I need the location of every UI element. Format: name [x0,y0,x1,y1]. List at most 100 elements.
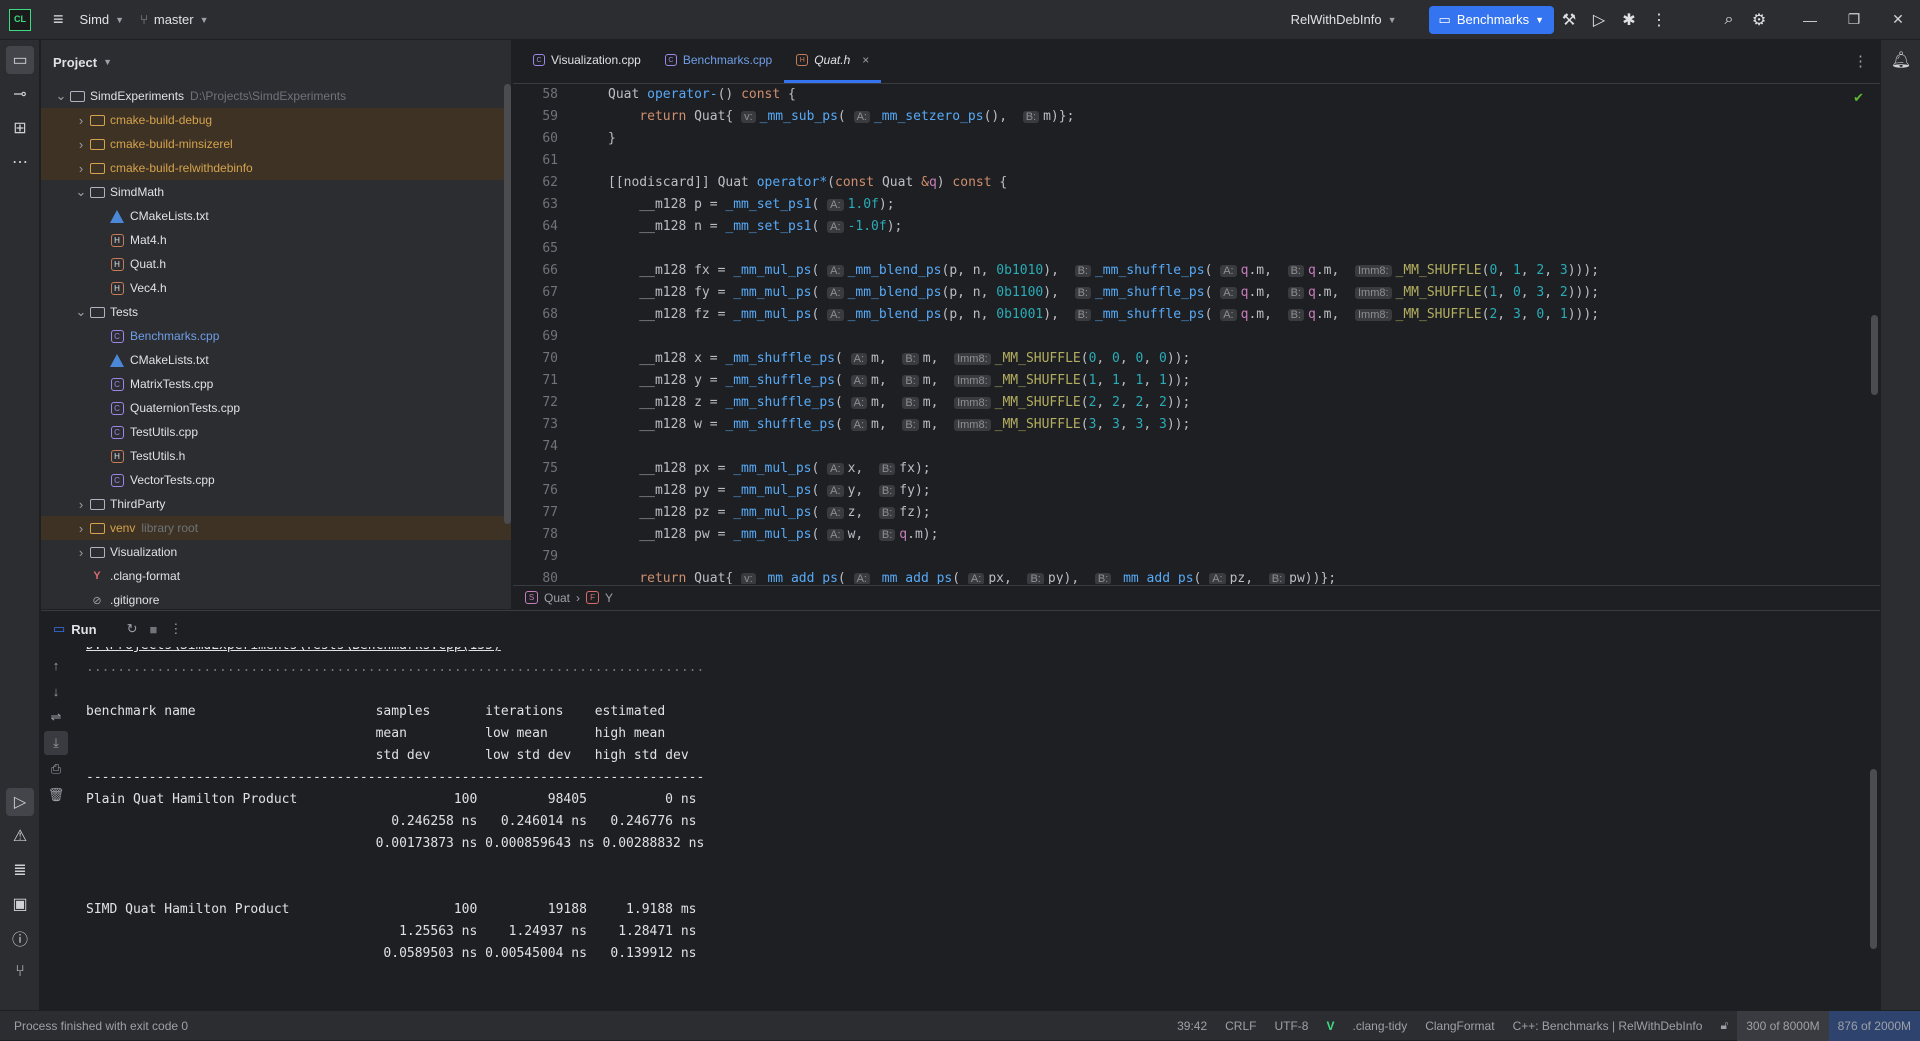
stop-icon[interactable]: ■ [149,622,157,637]
tree-item[interactable]: CMakeLists.txt [41,204,511,228]
settings-button[interactable]: ⚙ [1744,6,1774,34]
line-number[interactable]: 79 [513,546,558,568]
line-number[interactable]: 60 [513,128,558,150]
problems-list-button[interactable]: ⓘ [6,924,34,952]
app-logo[interactable]: CL [9,8,31,31]
tree-item[interactable]: ⌄ Tests [41,300,511,324]
soft-wrap-button[interactable]: ⇌ [44,705,68,729]
chevron-right-icon[interactable]: › [73,497,89,512]
build-button[interactable]: ⚒ [1554,6,1584,34]
problems-tool-button[interactable]: ⚠ [6,822,34,850]
tree-item[interactable]: C QuaternionTests.cpp [41,396,511,420]
formatter-status[interactable]: ClangFormat [1416,1019,1503,1033]
tree-item[interactable]: ⌄ SimdMath [41,180,511,204]
file-encoding[interactable]: UTF-8 [1265,1019,1317,1033]
lock-icon[interactable]: 🔓︎ [1711,1018,1737,1033]
tree-item[interactable]: C Benchmarks.cpp [41,324,511,348]
code-text[interactable]: __m128 w = _mm_shuffle_ps( A: m, B: m, Imm… [558,414,1190,436]
run-tool-button[interactable]: ▷ [6,788,34,816]
tree-item[interactable]: C VectorTests.cpp [41,468,511,492]
chevron-down-icon[interactable]: ⌄ [73,184,89,200]
line-number[interactable]: 67 [513,282,558,304]
code-text[interactable] [558,238,608,260]
tree-item[interactable]: H TestUtils.h [41,444,511,468]
editor-tab[interactable]: C Benchmarks.cpp [653,40,784,83]
code-text[interactable] [558,546,608,568]
close-window-button[interactable]: ✕ [1876,0,1920,40]
tree-item[interactable]: ⌄ SimdExperiments D:\Projects\SimdExperime… [41,84,511,108]
inspection-ok-icon[interactable]: ✔ [1853,90,1864,106]
more-tools-button[interactable]: ⋯ [6,148,34,176]
line-number[interactable]: 75 [513,458,558,480]
notifications-button[interactable]: 🔔︎ [1887,46,1915,74]
project-switcher[interactable]: Simd ▼ [72,6,133,34]
code-text[interactable]: __m128 pz = _mm_mul_ps( A: z, B: fz); [558,502,930,524]
chevron-down-icon[interactable]: ⌄ [53,88,69,104]
line-number[interactable]: 73 [513,414,558,436]
code-text[interactable]: __m128 fy = _mm_mul_ps( A: _mm_blend_ps(p… [558,282,1599,304]
git-tool-button[interactable]: ⑂ [6,958,34,986]
editor-scrollbar[interactable] [1871,315,1878,395]
chevron-right-icon[interactable]: › [73,137,89,152]
line-number[interactable]: 61 [513,150,558,172]
tree-item[interactable]: › venv library root [41,516,511,540]
debug-button[interactable]: ✱ [1614,6,1644,34]
code-text[interactable]: return Quat{ v: _mm_add_ps( A: _mm_add_ps(… [558,568,1336,584]
tree-item[interactable]: H Vec4.h [41,276,511,300]
line-number[interactable]: 71 [513,370,558,392]
build-config-selector[interactable]: RelWithDebInfo ▼ [1283,6,1405,34]
tree-item[interactable]: H Quat.h [41,252,511,276]
line-number[interactable]: 77 [513,502,558,524]
resolve-context[interactable]: C++: Benchmarks | RelWithDebInfo [1504,1019,1712,1033]
line-number[interactable]: 68 [513,304,558,326]
tree-item[interactable]: H Mat4.h [41,228,511,252]
project-scrollbar[interactable] [504,84,511,524]
chevron-right-icon[interactable]: › [73,161,89,176]
code-text[interactable]: Quat operator-() const { [558,84,796,106]
code-text[interactable]: __m128 fz = _mm_mul_ps( A: _mm_blend_ps(p… [558,304,1599,326]
restore-button[interactable]: ❐ [1832,0,1876,40]
code-text[interactable]: __m128 p = _mm_set_ps1( A: 1.0f); [558,194,894,216]
vim-icon[interactable]: V [1317,1019,1343,1033]
rerun-icon[interactable]: ↻ [127,621,138,637]
line-number[interactable]: 69 [513,326,558,348]
line-number[interactable]: 65 [513,238,558,260]
line-number[interactable]: 80 [513,568,558,584]
line-number[interactable]: 58 [513,84,558,106]
editor-tab[interactable]: C Visualization.cpp [521,40,653,83]
search-button[interactable]: ⌕ [1714,6,1744,34]
code-view[interactable]: 58 Quat operator-() const {59 return Quat… [513,84,1880,584]
code-text[interactable]: __m128 py = _mm_mul_ps( A: y, B: fy); [558,480,930,502]
line-number[interactable]: 66 [513,260,558,282]
run-button[interactable]: ▷ [1584,6,1614,34]
terminal-tool-button[interactable]: ▣ [6,890,34,918]
project-tool-button[interactable]: ▭ [6,46,34,74]
todo-tool-button[interactable]: ≣ [6,856,34,884]
scroll-down-button[interactable]: ↓ [44,679,68,703]
console-scrollbar[interactable] [1870,769,1877,949]
tree-item[interactable]: › cmake-build-debug [41,108,511,132]
code-text[interactable]: [[nodiscard]] Quat operator*(const Quat … [558,172,1007,194]
tree-item[interactable]: ⊘ .gitignore [41,588,511,609]
chevron-right-icon[interactable]: › [73,113,89,128]
project-panel-header[interactable]: Project ▼ [41,40,511,84]
line-number[interactable]: 64 [513,216,558,238]
linter-status[interactable]: .clang-tidy [1344,1019,1417,1033]
line-number[interactable]: 78 [513,524,558,546]
branch-switcher[interactable]: ⑂ master ▼ [132,6,216,34]
close-icon[interactable]: × [862,53,869,67]
code-text[interactable]: __m128 pw = _mm_mul_ps( A: w, B: q.m); [558,524,938,546]
print-button[interactable]: ⎙ [44,757,68,781]
minimize-button[interactable]: — [1788,0,1832,40]
code-text[interactable]: __m128 fx = _mm_mul_ps( A: _mm_blend_ps(p… [558,260,1599,282]
tree-item[interactable]: › Visualization [41,540,511,564]
tree-item[interactable]: › ThirdParty [41,492,511,516]
chevron-right-icon[interactable]: › [73,545,89,560]
line-number[interactable]: 62 [513,172,558,194]
clear-button[interactable]: 🗑︎ [44,783,68,807]
more-vertical-icon[interactable]: ⋮ [169,621,182,637]
tree-item[interactable]: Y .clang-format [41,564,511,588]
line-number[interactable]: 63 [513,194,558,216]
code-text[interactable] [558,150,608,172]
chevron-right-icon[interactable]: › [73,521,89,536]
